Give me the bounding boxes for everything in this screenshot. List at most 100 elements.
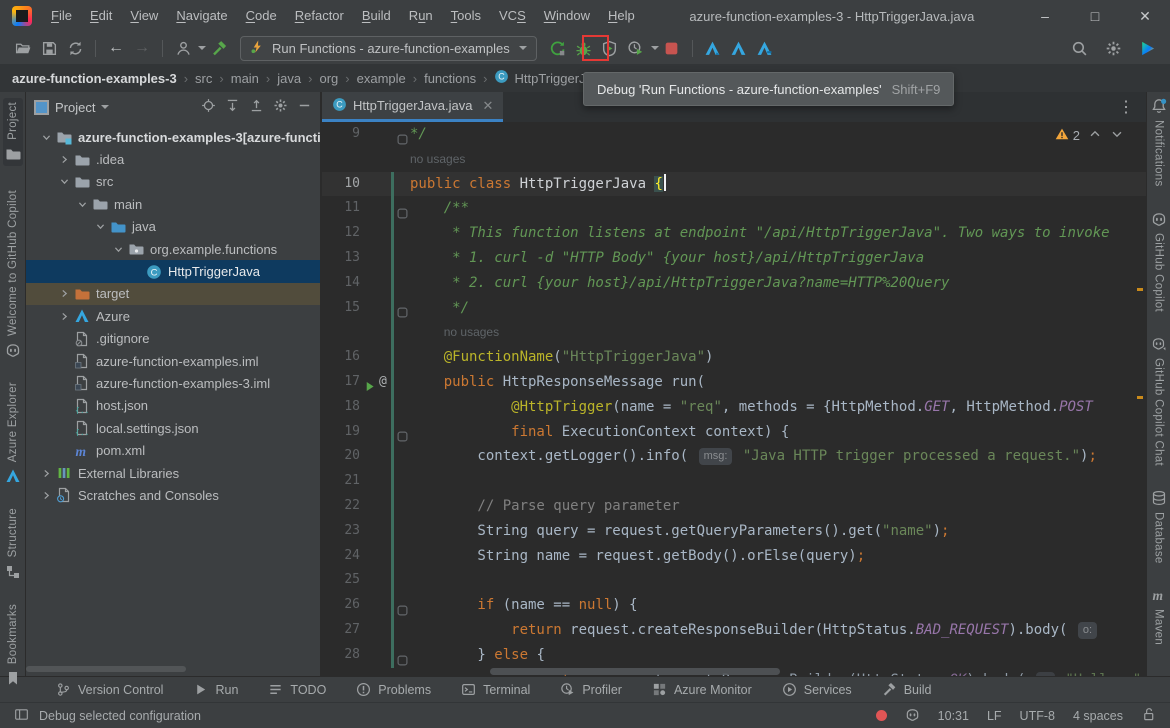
code-line-content[interactable]: String name = request.getBody().orElse(q… bbox=[410, 544, 1146, 569]
code-line-content[interactable]: public HttpResponseMessage run( bbox=[410, 370, 1146, 395]
code-line-content[interactable]: final ExecutionContext context) { bbox=[410, 420, 1146, 445]
run-configuration-select[interactable]: Run Functions - azure-function-examples bbox=[240, 35, 537, 61]
gutter[interactable]: 18 bbox=[322, 394, 410, 420]
line-number[interactable]: 27 bbox=[322, 618, 360, 643]
panel-settings-button[interactable] bbox=[273, 98, 288, 116]
code-line-content[interactable]: // Parse query parameter bbox=[410, 494, 1146, 519]
code-line-content[interactable]: /** bbox=[410, 196, 1146, 221]
chevron-right-icon[interactable] bbox=[56, 311, 73, 322]
line-number[interactable]: 16 bbox=[322, 345, 360, 370]
gutter[interactable] bbox=[322, 668, 410, 676]
usages-inlay-hint[interactable]: no usages bbox=[444, 325, 499, 339]
line-number[interactable]: 14 bbox=[322, 271, 360, 296]
prev-problem-button[interactable] bbox=[1088, 127, 1102, 144]
tool-stripe-structure[interactable]: Structure bbox=[5, 508, 21, 579]
code-line-content[interactable]: */ bbox=[410, 122, 1146, 147]
project-panel-title[interactable]: Project bbox=[55, 100, 95, 115]
tool-stripe-welcome-to-github-copilot[interactable]: Welcome to GitHub Copilot bbox=[5, 190, 21, 358]
tree-item-host-json[interactable]: {..} host.json bbox=[26, 395, 320, 417]
gutter[interactable]: 24 bbox=[322, 543, 410, 569]
chevron-right-icon[interactable] bbox=[38, 490, 55, 501]
coverage-button[interactable] bbox=[597, 35, 623, 61]
code-line[interactable]: 25 bbox=[322, 568, 1146, 594]
breadcrumb-item[interactable]: org bbox=[319, 71, 338, 86]
breadcrumb-item[interactable]: azure-function-examples-3 bbox=[12, 71, 177, 86]
menu-refactor[interactable]: Refactor bbox=[286, 0, 353, 32]
code-line[interactable]: 22 // Parse query parameter bbox=[322, 493, 1146, 519]
code-line-content[interactable]: @FunctionName("HttpTriggerJava") bbox=[410, 345, 1146, 370]
gutter[interactable]: 15 bbox=[322, 295, 410, 321]
search-everywhere-button[interactable] bbox=[1066, 35, 1092, 61]
code-line[interactable]: 17 @ public HttpResponseMessage run( bbox=[322, 369, 1146, 395]
code-line[interactable]: 10 public class HttpTriggerJava { bbox=[322, 171, 1146, 197]
fold-marker-icon[interactable] bbox=[397, 129, 408, 145]
back-button[interactable]: ← bbox=[103, 35, 129, 61]
breadcrumb-item[interactable]: functions bbox=[424, 71, 476, 86]
line-number[interactable]: 24 bbox=[322, 544, 360, 569]
minimize-button[interactable]: – bbox=[1020, 0, 1070, 32]
code-line-content[interactable] bbox=[410, 469, 1146, 494]
gutter[interactable]: 9 bbox=[322, 122, 410, 147]
menu-help[interactable]: Help bbox=[599, 0, 644, 32]
chevron-down-icon[interactable] bbox=[110, 244, 127, 255]
hide-panel-button[interactable] bbox=[297, 98, 312, 116]
next-problem-button[interactable] bbox=[1110, 127, 1124, 144]
code-line[interactable]: 24 String name = request.getBody().orEls… bbox=[322, 543, 1146, 569]
chevron-down-icon[interactable] bbox=[74, 199, 91, 210]
tool-window-button-problems[interactable]: Problems bbox=[356, 682, 431, 697]
code-line[interactable]: 28 } else { bbox=[322, 642, 1146, 668]
code-line[interactable]: 21 bbox=[322, 469, 1146, 494]
debug-button[interactable] bbox=[571, 35, 597, 61]
inlay-hint-row[interactable]: no usages bbox=[322, 320, 1146, 346]
gutter[interactable]: 12 bbox=[322, 221, 410, 246]
expand-all-button[interactable] bbox=[225, 98, 240, 116]
line-number[interactable]: 20 bbox=[322, 444, 360, 469]
breadcrumb-item[interactable]: java bbox=[277, 71, 301, 86]
menu-build[interactable]: Build bbox=[353, 0, 400, 32]
azure-explorer-button[interactable] bbox=[726, 35, 752, 61]
stop-button[interactable] bbox=[659, 35, 685, 61]
azure-publish-button[interactable] bbox=[700, 35, 726, 61]
caret-position[interactable]: 10:31 bbox=[938, 709, 969, 723]
build-button[interactable] bbox=[206, 35, 232, 61]
run-gutter-icon[interactable] bbox=[365, 376, 377, 392]
gutter[interactable]: 23 bbox=[322, 518, 410, 544]
tool-window-button-profiler[interactable]: Profiler bbox=[560, 682, 622, 697]
line-number[interactable]: 13 bbox=[322, 246, 360, 271]
code-line-content[interactable]: } else { bbox=[410, 643, 1146, 668]
tool-stripe-github-copilot[interactable]: GitHub Copilot bbox=[1151, 211, 1167, 312]
azure-deploy-button[interactable] bbox=[752, 35, 778, 61]
chevron-right-icon[interactable] bbox=[56, 288, 73, 299]
tree-item--gitignore[interactable]: .gitignore bbox=[26, 328, 320, 350]
code-line-content[interactable]: no usages bbox=[410, 147, 1146, 172]
warning-stripe-mark[interactable] bbox=[1137, 288, 1143, 291]
code-line[interactable]: 16 @FunctionName("HttpTriggerJava") bbox=[322, 345, 1146, 370]
gutter[interactable]: 14 bbox=[322, 270, 410, 296]
chevron-down-icon[interactable] bbox=[56, 176, 73, 187]
tree-item-local-settings-json[interactable]: {..} local.settings.json bbox=[26, 417, 320, 439]
tree-item-scratches-and-consoles[interactable]: Scratches and Consoles bbox=[26, 484, 320, 506]
gutter[interactable] bbox=[322, 147, 410, 172]
code-line[interactable]: 26 if (name == null) { bbox=[322, 593, 1146, 618]
fold-marker-icon[interactable] bbox=[397, 302, 408, 318]
menu-view[interactable]: View bbox=[121, 0, 167, 32]
tree-item-main[interactable]: main bbox=[26, 193, 320, 215]
line-number[interactable]: 26 bbox=[322, 593, 360, 618]
line-number[interactable]: 17 bbox=[322, 370, 360, 395]
tree-item-src[interactable]: src bbox=[26, 171, 320, 193]
tool-stripe-notifications[interactable]: Notifications bbox=[1151, 98, 1167, 187]
code-line-content[interactable]: @HttpTrigger(name = "req", methods = {Ht… bbox=[410, 395, 1146, 420]
tree-item-pom-xml[interactable]: m pom.xml bbox=[26, 439, 320, 461]
tree-item-azure-function-examples-3-iml[interactable]: azure-function-examples-3.iml bbox=[26, 372, 320, 394]
tool-window-button-build[interactable]: Build bbox=[882, 682, 931, 697]
code-line-content[interactable]: * 2. curl {your host}/api/HttpTriggerJav… bbox=[410, 271, 1146, 296]
gutter[interactable]: 17 @ bbox=[322, 369, 410, 395]
chevron-down-icon[interactable] bbox=[38, 132, 55, 143]
gutter[interactable]: 16 bbox=[322, 345, 410, 370]
tool-window-button-version-control[interactable]: Version Control bbox=[56, 682, 163, 697]
gutter[interactable]: 20 bbox=[322, 444, 410, 470]
gutter[interactable] bbox=[322, 320, 410, 346]
sync-button[interactable] bbox=[62, 35, 88, 61]
code-line-content[interactable]: if (name == null) { bbox=[410, 593, 1146, 618]
settings-button[interactable] bbox=[1100, 35, 1126, 61]
